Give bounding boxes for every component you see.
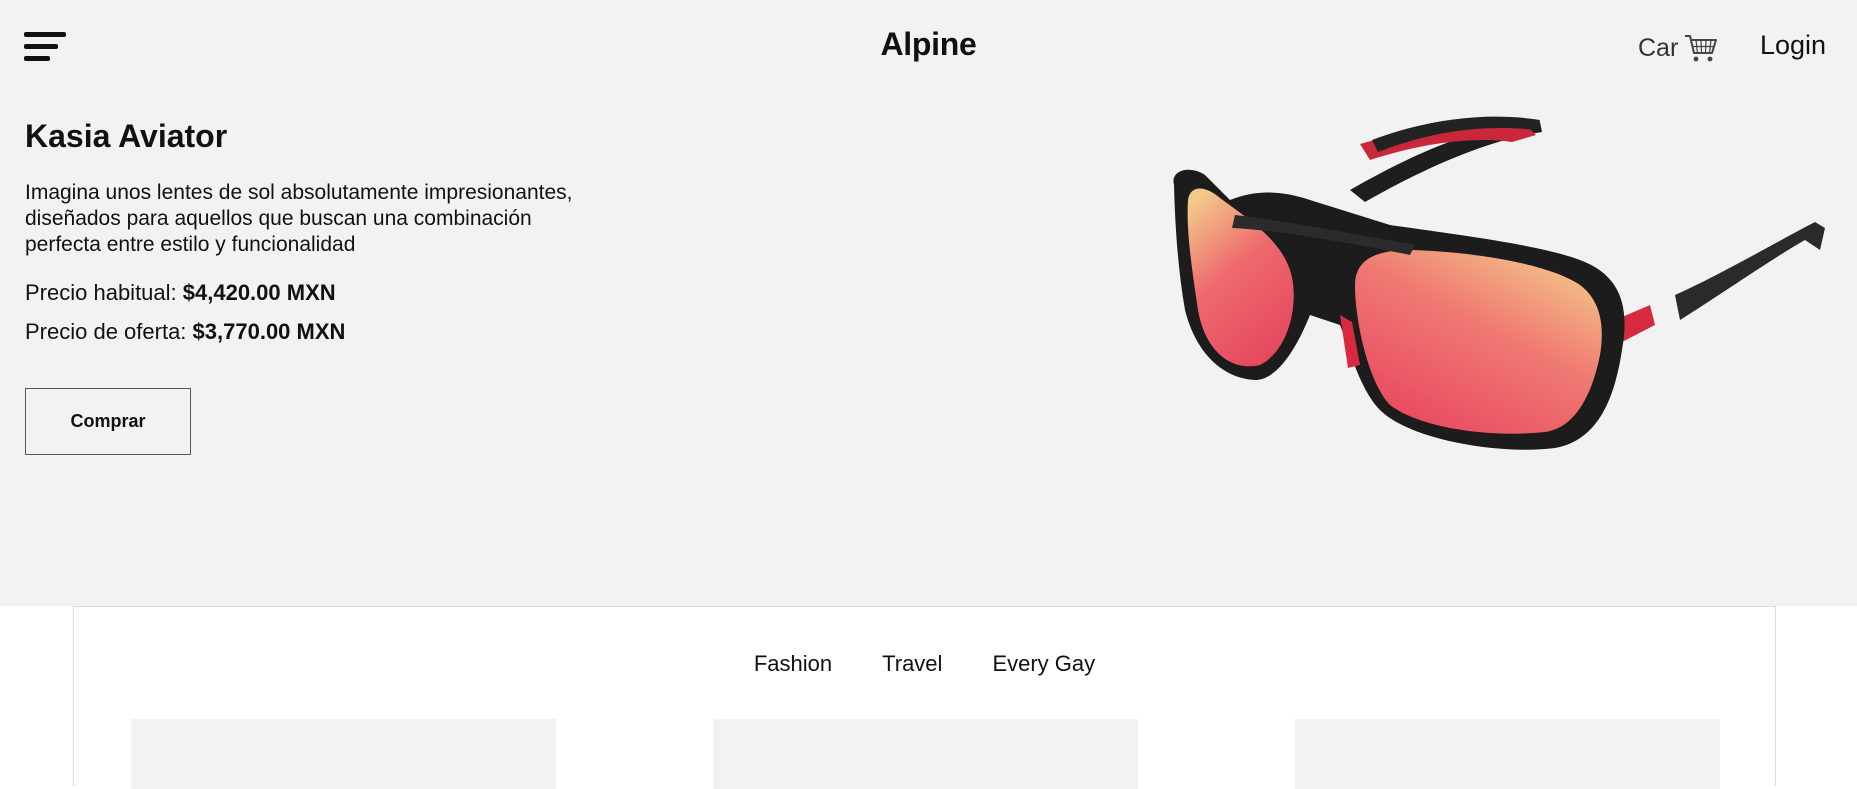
aviator-sunglasses-image <box>1173 116 1825 450</box>
tab-fashion[interactable]: Fashion <box>754 651 832 677</box>
product-description: Imagina unos lentes de sol absolutamente… <box>25 181 573 256</box>
tab-travel[interactable]: Travel <box>882 651 942 677</box>
tab-every-gay[interactable]: Every Gay <box>992 651 1095 677</box>
sale-price: Precio de oferta: $3,770.00 MXN <box>25 319 345 345</box>
content-panel: Fashion Travel Every Gay <box>73 606 1776 789</box>
cart-label: Car <box>1638 33 1679 62</box>
hero-section: Alpine Car Login Kasia Aviator Imagina u… <box>0 0 1857 606</box>
cart-link[interactable]: Car <box>1638 30 1718 66</box>
brand-name[interactable]: Alpine <box>881 26 977 62</box>
regular-price-value: $4,420.00 MXN <box>182 280 336 305</box>
login-link[interactable]: Login <box>1760 30 1826 61</box>
sale-price-value: $3,770.00 MXN <box>192 319 346 344</box>
regular-price: Precio habitual: $4,420.00 MXN <box>25 280 336 306</box>
shopping-cart-icon <box>1684 33 1718 63</box>
sale-price-label: Precio de oferta: <box>25 319 193 344</box>
brand-logo: Alpine <box>0 26 1857 63</box>
product-title: Kasia Aviator <box>25 118 228 154</box>
buy-button[interactable]: Comprar <box>25 388 191 455</box>
category-tabs: Fashion Travel Every Gay <box>74 651 1775 677</box>
regular-price-label: Precio habitual: <box>25 280 183 305</box>
